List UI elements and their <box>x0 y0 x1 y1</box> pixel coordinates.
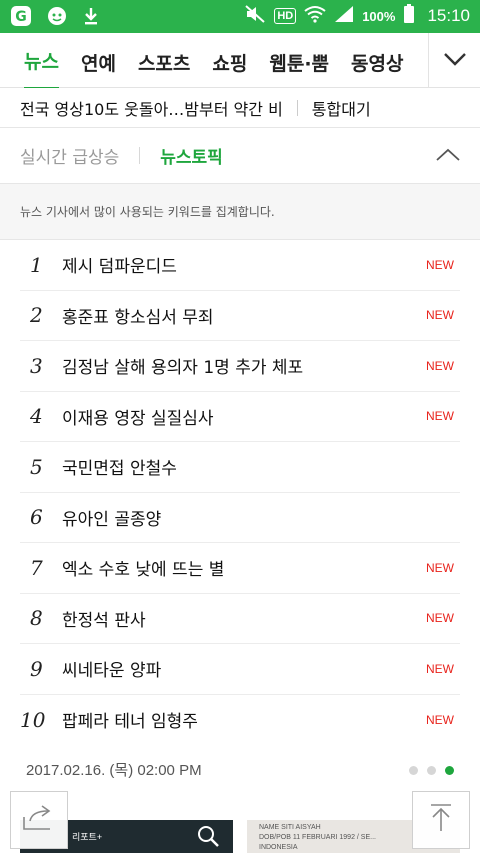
tab-webtoon[interactable]: 웹툰·뿜 <box>269 33 329 88</box>
keyword-rank: 2 <box>30 303 43 328</box>
new-badge: NEW <box>426 611 454 626</box>
magnifier-icon <box>196 824 220 850</box>
keyword-text[interactable]: 엑소 수호 낮에 뜨는 별 <box>62 555 224 580</box>
page-dot[interactable] <box>409 766 418 775</box>
keyword-text[interactable]: 홍준표 항소심서 무죄 <box>62 303 214 328</box>
svg-text:G: G <box>15 9 27 25</box>
tab-news[interactable]: 뉴스 <box>24 33 59 88</box>
update-timestamp: 2017.02.16. (목) 02:00 PM <box>26 761 202 779</box>
keyword-text[interactable]: 한정석 판사 <box>62 606 146 631</box>
keyword-rank: 10 <box>20 707 46 732</box>
signal-icon <box>334 5 354 27</box>
keyword-text[interactable]: 씨네타운 양파 <box>62 656 161 681</box>
mute-icon <box>244 4 266 28</box>
keyword-list: 1 제시 덤파운디드 NEW 2 홍준표 항소심서 무죄 NEW 3 김정남 살… <box>20 240 460 745</box>
clock: 15:10 <box>427 6 470 25</box>
tab-realtime-trending[interactable]: 실시간 급상승 <box>20 143 119 168</box>
share-button[interactable] <box>10 791 68 849</box>
keyword-row[interactable]: 8 한정석 판사 NEW <box>20 594 460 644</box>
keyword-row[interactable]: 4 이재용 영장 실질심사 NEW <box>20 392 460 442</box>
new-badge: NEW <box>426 308 454 323</box>
panel-description: 뉴스 기사에서 많이 사용되는 키워드를 집계합니다. <box>0 184 480 240</box>
tab-news-topic[interactable]: 뉴스토픽 <box>160 143 223 168</box>
keyword-panel-header: 실시간 급상승 뉴스토픽 <box>0 128 480 184</box>
new-badge: NEW <box>426 257 454 272</box>
battery-icon <box>403 4 415 28</box>
news-thumbnails: 리포트+ NAME SITI AISYAH DOB/POB 11 FEBRUAR… <box>0 820 480 853</box>
keyword-row[interactable]: 2 홍준표 항소심서 무죄 NEW <box>20 291 460 341</box>
chevron-down-icon <box>443 51 467 70</box>
page-dot[interactable] <box>427 766 436 775</box>
collapse-panel-button[interactable] <box>432 140 464 172</box>
new-badge: NEW <box>426 712 454 727</box>
download-icon <box>82 6 100 30</box>
page-dot-active[interactable] <box>445 766 454 775</box>
panel-footer: 2017.02.16. (목) 02:00 PM <box>0 748 480 790</box>
keyword-rank: 1 <box>30 252 43 277</box>
thumbnail-label: 리포트+ <box>72 832 103 842</box>
naver-app-icon: G <box>10 5 32 31</box>
tab-entertainment[interactable]: 연예 <box>81 33 116 88</box>
keyword-row[interactable]: 5 국민면접 안철수 <box>20 442 460 493</box>
page-indicator <box>409 766 454 775</box>
description-text: 뉴스 기사에서 많이 사용되는 키워드를 집계합니다. <box>20 205 275 219</box>
keyword-rank: 9 <box>30 656 43 681</box>
keyword-row[interactable]: 3 김정남 살해 용의자 1명 추가 체포 NEW <box>20 341 460 392</box>
keyword-text[interactable]: 국민면접 안철수 <box>62 454 177 479</box>
keyword-row[interactable]: 9 씨네타운 양파 NEW <box>20 644 460 695</box>
status-bar: G HD 100% 15:10 <box>0 0 480 33</box>
keyword-row[interactable]: 6 유아인 골종양 <box>20 493 460 543</box>
keyword-rank: 3 <box>30 353 43 378</box>
character-icon <box>46 5 68 31</box>
scroll-to-top-button[interactable] <box>412 791 470 849</box>
keyword-row[interactable]: 10 팝페라 테너 임형주 NEW <box>20 695 460 746</box>
tab-video[interactable]: 동영상 <box>351 33 403 88</box>
headline-ticker: 전국 영상10도 웃돌아…밤부터 약간 비 통합대기 <box>0 88 480 128</box>
ticker-link[interactable]: 통합대기 <box>312 96 371 120</box>
share-icon <box>22 803 56 837</box>
battery-percent: 100% <box>362 8 396 24</box>
keyword-rank: 5 <box>30 454 43 479</box>
chevron-up-icon <box>435 147 461 166</box>
panel-tab-divider <box>139 147 141 164</box>
keyword-rank: 4 <box>30 404 43 429</box>
ticker-divider <box>296 99 298 116</box>
keyword-rank: 8 <box>30 606 43 631</box>
keyword-text[interactable]: 유아인 골종양 <box>62 505 161 530</box>
keyword-row[interactable]: 1 제시 덤파운디드 NEW <box>20 240 460 291</box>
keyword-rank: 6 <box>30 505 43 530</box>
keyword-rank: 7 <box>30 555 43 580</box>
keyword-text[interactable]: 김정남 살해 용의자 1명 추가 체포 <box>62 353 303 378</box>
new-badge: NEW <box>426 358 454 373</box>
new-badge: NEW <box>426 560 454 575</box>
keyword-text[interactable]: 팝페라 테너 임형주 <box>62 707 198 732</box>
tab-sports[interactable]: 스포츠 <box>138 33 190 88</box>
ticker-headline[interactable]: 전국 영상10도 웃돌아…밤부터 약간 비 <box>20 96 283 120</box>
wifi-icon <box>304 5 326 27</box>
expand-tabs-button[interactable] <box>428 33 480 88</box>
keyword-row[interactable]: 7 엑소 수호 낮에 뜨는 별 NEW <box>20 543 460 594</box>
tab-shopping[interactable]: 쇼핑 <box>212 33 247 88</box>
new-badge: NEW <box>426 661 454 676</box>
new-badge: NEW <box>426 409 454 424</box>
scroll-to-top-icon <box>428 803 454 837</box>
keyword-text[interactable]: 제시 덤파운디드 <box>62 252 177 277</box>
keyword-text[interactable]: 이재용 영장 실질심사 <box>62 404 214 429</box>
hd-icon: HD <box>274 8 297 24</box>
category-nav: 뉴스 연예 스포츠 쇼핑 웹툰·뿜 동영상 <box>0 33 480 88</box>
